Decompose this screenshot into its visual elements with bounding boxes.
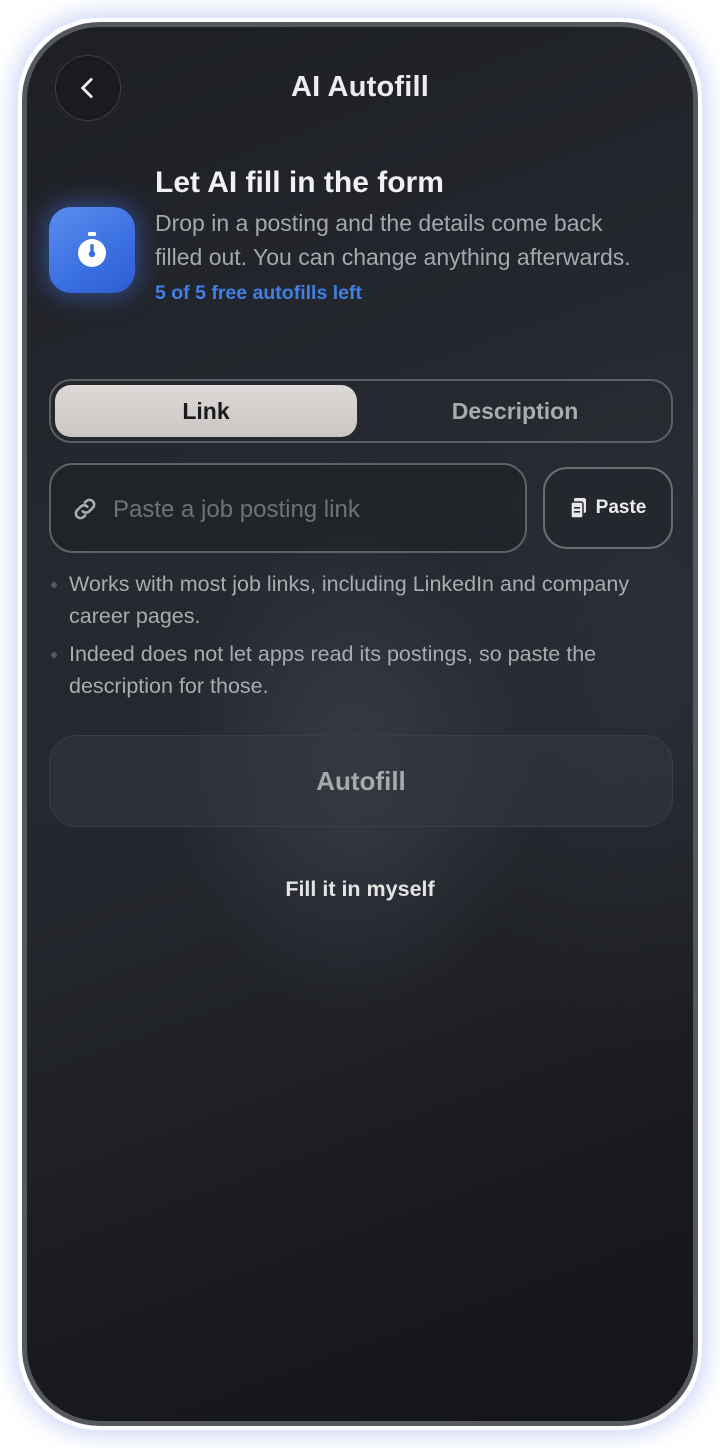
page-title: AI Autofill: [290, 71, 430, 103]
note-item: Indeed does not let apps read its postin…: [49, 639, 649, 702]
intro-block: Let AI fill in the form Drop in a postin…: [155, 163, 655, 305]
fill-manually-link[interactable]: Fill it in myself: [27, 877, 693, 902]
tab-link[interactable]: Link: [55, 385, 357, 437]
tab-description[interactable]: Description: [361, 385, 669, 437]
paste-button-label: Paste: [595, 497, 647, 518]
stopwatch-icon: [78, 232, 106, 267]
link-input[interactable]: [111, 485, 515, 535]
paste-button[interactable]: Paste: [543, 467, 673, 549]
mode-segmented-control: Link Description: [49, 379, 673, 443]
notes-list: Works with most job links, including Lin…: [49, 569, 649, 709]
link-icon: [74, 498, 96, 520]
link-field: [49, 463, 527, 553]
note-item: Works with most job links, including Lin…: [49, 569, 649, 632]
intro-title: Let AI fill in the form: [155, 166, 444, 199]
intro-description: Drop in a posting and the details come b…: [155, 210, 631, 270]
autofill-app-icon: [49, 207, 135, 293]
autofill-button[interactable]: Autofill: [49, 735, 673, 827]
clipboard-icon: [569, 498, 586, 519]
autofill-quota: 5 of 5 free autofills left: [155, 282, 362, 304]
phone-screen: AI Autofill Let AI fill in the form Drop…: [22, 22, 698, 1426]
